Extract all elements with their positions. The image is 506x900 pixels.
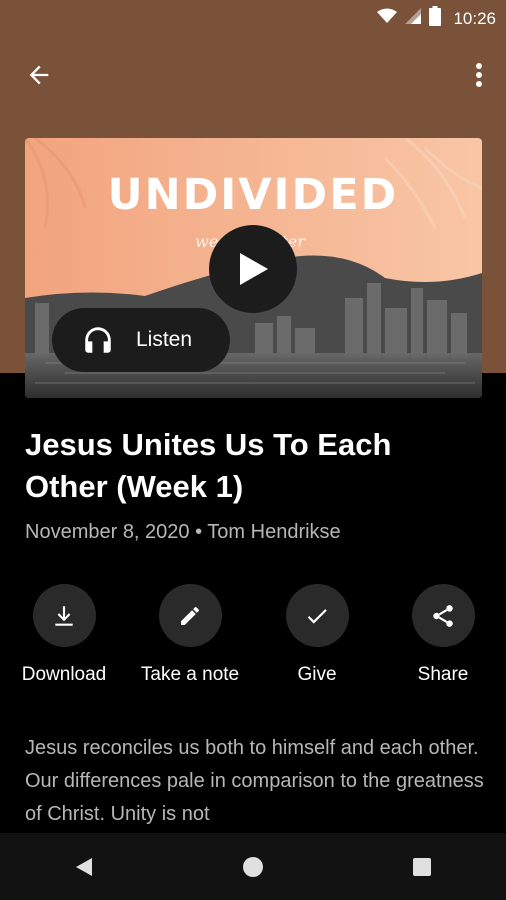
nav-recents-button[interactable] — [392, 842, 452, 892]
status-bar: 10:26 — [0, 0, 506, 36]
share-label: Share — [417, 664, 469, 685]
share-button[interactable]: Share — [383, 584, 503, 686]
take-note-label: Take a note — [140, 664, 240, 685]
battery-icon — [429, 6, 442, 31]
sermon-description: Jesus reconciles us both to himself and … — [25, 737, 484, 825]
back-button[interactable] — [18, 54, 60, 96]
download-button[interactable]: Download — [4, 584, 124, 686]
wifi-icon — [377, 8, 398, 29]
clock: 10:26 — [453, 8, 496, 28]
headphones-icon — [80, 322, 116, 358]
back-arrow-icon — [29, 65, 49, 85]
nav-home-icon — [242, 856, 263, 877]
listen-button[interactable]: Listen — [52, 308, 230, 372]
more-options-button[interactable] — [466, 54, 492, 96]
sermon-meta: November 8, 2020 • Tom Hendrikse — [25, 521, 341, 543]
nav-recents-icon — [412, 857, 431, 876]
signal-icon — [405, 8, 422, 29]
listen-label: Listen — [136, 328, 193, 351]
share-icon — [433, 604, 453, 627]
sermon-title: Jesus Unites Us To Each Other (Week 1) — [25, 427, 392, 504]
navigation-bar — [0, 833, 506, 900]
play-icon — [240, 253, 268, 285]
pencil-icon — [181, 606, 199, 625]
nav-back-icon — [76, 857, 93, 876]
give-button[interactable]: Give — [257, 584, 377, 686]
more-vert-icon — [476, 63, 482, 87]
take-note-button[interactable]: Take a note — [130, 584, 250, 686]
give-label: Give — [297, 664, 337, 685]
nav-home-button[interactable] — [223, 842, 283, 892]
check-icon — [307, 608, 327, 624]
play-button[interactable] — [209, 225, 297, 313]
nav-back-button[interactable] — [54, 842, 114, 892]
download-label: Download — [21, 664, 107, 685]
download-icon — [55, 605, 73, 626]
action-row: Download Take a note Give Share — [0, 584, 506, 694]
